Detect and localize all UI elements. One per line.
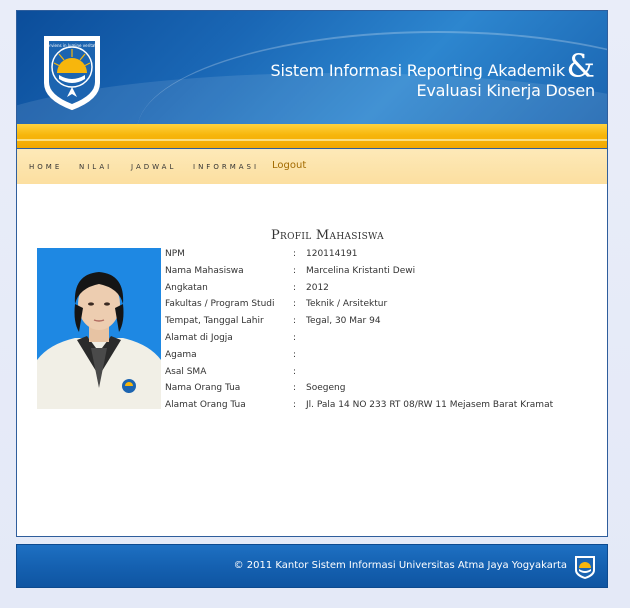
page-container: serviens in lumine veritatis Sistem Info… [16,10,608,537]
field-colon: : [293,299,297,310]
field-value: Marcelina Kristanti Dewi [306,265,416,276]
university-seal-icon [575,556,595,579]
site-footer: © 2011 Kantor Sistem Informasi Universit… [16,544,608,588]
field-value: Teknik / Arsitektur [306,299,388,310]
field-colon: : [293,349,297,360]
gold-bar-highlight [17,139,607,141]
field-value: Tegal, 30 Mar 94 [306,316,381,327]
field-label: NPM [165,249,185,259]
field-label: Tempat, Tanggal Lahir [165,316,264,327]
field-colon: : [293,332,297,343]
field-label: Fakultas / Program Studi [165,299,275,310]
site-title-line2: Evaluasi Kinerja Dosen [416,81,595,100]
field-value: 2012 [306,282,329,293]
field-colon: : [293,316,297,327]
field-value: Soegeng [306,383,346,394]
header-gold-bar [17,124,607,148]
footer-copyright: © 2011 Kantor Sistem Informasi Universit… [233,560,567,571]
site-title-line1: Sistem Informasi Reporting Akademik [270,61,566,80]
field-label: Nama Orang Tua [165,383,241,394]
field-colon: : [293,366,297,377]
field-colon: : [293,249,297,259]
main-nav: HOME NILAI JADWAL INFORMASI Logout [17,148,607,184]
field-label: Asal SMA [165,366,207,377]
field-label: Alamat di Jogja [165,332,233,343]
field-label: Agama [165,349,197,360]
field-value: Jl. Pala 14 NO 233 RT 08/RW 11 Mejasem B… [306,400,554,411]
university-seal-icon: serviens in lumine veritatis [44,36,100,111]
nav-logout[interactable]: Logout [272,160,306,171]
field-colon: : [293,282,297,293]
nav-nilai[interactable]: NILAI [79,163,112,171]
field-value: 120114191 [306,249,358,259]
nav-home[interactable]: HOME [29,163,62,171]
page-title: Profil Mahasiswa [271,228,384,243]
site-header: serviens in lumine veritatis Sistem Info… [17,11,607,124]
site-title-ampersand: & [566,47,595,85]
field-colon: : [293,400,297,411]
field-label: Alamat Orang Tua [165,400,246,411]
logo-text: serviens in lumine veritatis [45,43,99,48]
student-photo [37,248,161,409]
field-label: Nama Mahasiswa [165,265,244,276]
field-colon: : [293,383,297,394]
nav-jadwal[interactable]: JADWAL [131,163,176,171]
field-colon: : [293,265,297,276]
nav-informasi[interactable]: INFORMASI [193,163,259,171]
field-label: Angkatan [165,282,208,293]
